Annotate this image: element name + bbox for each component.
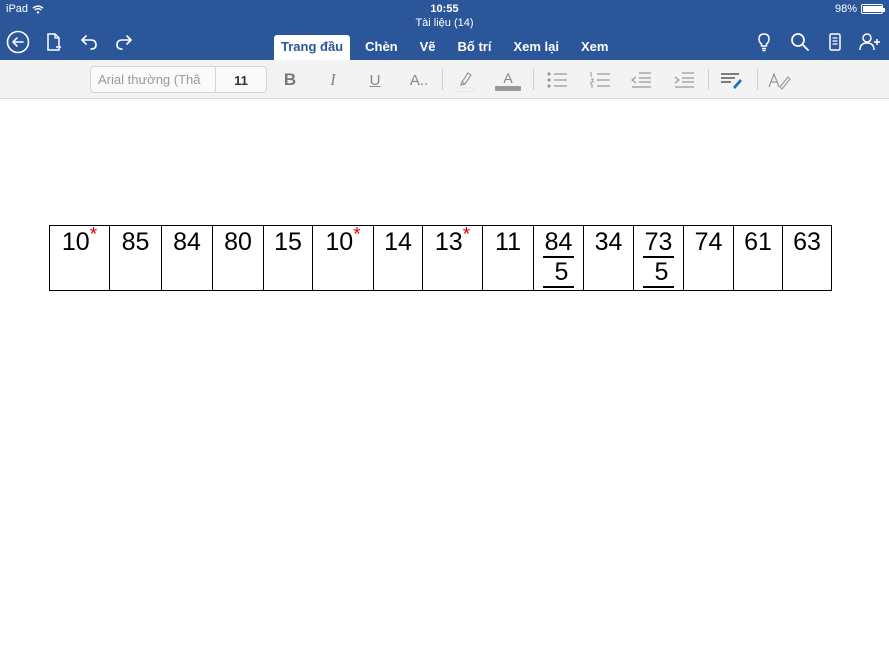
undo-icon xyxy=(80,35,97,50)
add-person-icon xyxy=(859,33,880,51)
fraction: 73 5 xyxy=(642,228,675,288)
redo-icon xyxy=(116,35,133,50)
battery-percent: 98% xyxy=(834,3,857,15)
clear-formatting-button[interactable] xyxy=(766,68,792,92)
ribbon-divider xyxy=(442,69,443,90)
tab-insert[interactable]: Chèn xyxy=(358,35,405,60)
table-cell[interactable]: 73 5 xyxy=(633,225,684,291)
font-color-letter: A xyxy=(503,69,513,86)
phone-view-icon xyxy=(829,33,841,51)
ribbon-divider xyxy=(708,69,709,90)
asterisk-mark: * xyxy=(353,224,361,246)
asterisk-mark: * xyxy=(462,224,471,246)
file-button[interactable] xyxy=(42,30,66,54)
paragraph-styles-icon xyxy=(721,73,742,89)
redo-button[interactable] xyxy=(112,30,136,54)
table-cell[interactable]: 13* xyxy=(422,224,483,291)
numbered-list-icon xyxy=(590,72,610,88)
status-bar: iPad 10:55 98% xyxy=(0,0,889,18)
indent-icon xyxy=(674,72,694,88)
search-button[interactable] xyxy=(788,30,812,54)
table-cell[interactable]: 10* xyxy=(49,224,110,291)
table-cell[interactable]: 84 5 xyxy=(533,225,584,291)
table-cell[interactable]: 61 xyxy=(733,225,783,291)
fraction-numerator: 73 xyxy=(642,228,675,258)
tab-draw[interactable]: Vẽ xyxy=(413,35,443,60)
font-name-field[interactable]: Arial thường (Thâ xyxy=(98,72,214,87)
table-cell[interactable]: 14 xyxy=(373,225,423,291)
data-table: 10* 85 84 80 15 10* 14 13* 11 84 5 34 73… xyxy=(49,225,832,291)
table-cell[interactable]: 11 xyxy=(482,225,534,291)
highlight-button[interactable] xyxy=(452,68,478,92)
table-cell[interactable]: 84 xyxy=(161,225,213,291)
table-cell[interactable]: 85 xyxy=(109,225,162,291)
ribbon-toolbar: Arial thường (Thâ 11 B I U A.. A xyxy=(0,60,889,99)
tab-layout[interactable]: Bố trí xyxy=(451,35,499,60)
bullet-list-icon xyxy=(547,72,567,88)
search-icon xyxy=(791,33,809,51)
font-color-button[interactable]: A xyxy=(494,68,522,92)
fraction: 84 5 xyxy=(542,228,575,288)
fraction-denominator: 5 xyxy=(642,258,675,288)
table-cell[interactable]: 34 xyxy=(583,225,634,291)
undo-button[interactable] xyxy=(77,30,101,54)
table-cell[interactable]: 74 xyxy=(683,225,734,291)
back-arrow-icon xyxy=(6,30,30,54)
increase-indent-button[interactable] xyxy=(672,68,696,92)
font-picker: Arial thường (Thâ 11 xyxy=(90,66,267,93)
numbering-button[interactable] xyxy=(588,68,612,92)
text-effects-button[interactable]: A.. xyxy=(406,68,432,92)
font-color-swatch xyxy=(495,85,521,91)
back-button[interactable] xyxy=(6,30,30,54)
lightbulb-icon xyxy=(758,33,770,52)
underline-button[interactable]: U xyxy=(365,68,385,92)
decrease-indent-button[interactable] xyxy=(629,68,653,92)
table-cell[interactable]: 15 xyxy=(263,225,313,291)
asterisk-mark: * xyxy=(89,224,98,246)
font-size-field[interactable]: 11 xyxy=(215,73,267,88)
file-icon xyxy=(47,33,61,51)
table-cell[interactable]: 63 xyxy=(782,225,832,291)
ribbon-divider xyxy=(533,69,534,90)
tell-me-button[interactable] xyxy=(752,30,776,54)
battery-icon xyxy=(861,4,885,14)
fraction-denominator: 5 xyxy=(542,258,575,288)
document-title: Tài liệu (14) xyxy=(415,17,474,29)
ribbon-divider xyxy=(757,69,758,90)
app-header: iPad 10:55 98% Tài liệu (14) Trang đầu C… xyxy=(0,0,889,60)
styles-button[interactable] xyxy=(718,68,744,92)
ribbon-tabs: Trang đầu Chèn Vẽ Bố trí Xem lại Xem xyxy=(274,35,623,60)
fraction-numerator: 84 xyxy=(542,228,575,258)
tab-review[interactable]: Xem lại xyxy=(506,35,566,60)
tab-view[interactable]: Xem xyxy=(574,35,615,60)
table-cell[interactable]: 80 xyxy=(212,225,264,291)
tab-home[interactable]: Trang đầu xyxy=(274,35,351,60)
bold-button[interactable]: B xyxy=(280,68,300,92)
bullets-button[interactable] xyxy=(545,68,569,92)
outdent-icon xyxy=(631,72,651,88)
table-cell[interactable]: 10* xyxy=(312,224,374,291)
table-row: 10* 85 84 80 15 10* 14 13* 11 84 5 34 73… xyxy=(49,224,832,291)
italic-button[interactable]: I xyxy=(323,68,343,92)
clock: 10:55 xyxy=(430,3,459,15)
share-button[interactable] xyxy=(858,30,882,54)
highlighter-icon xyxy=(455,72,475,92)
clear-formatting-icon xyxy=(768,72,791,90)
reading-view-button[interactable] xyxy=(823,30,847,54)
